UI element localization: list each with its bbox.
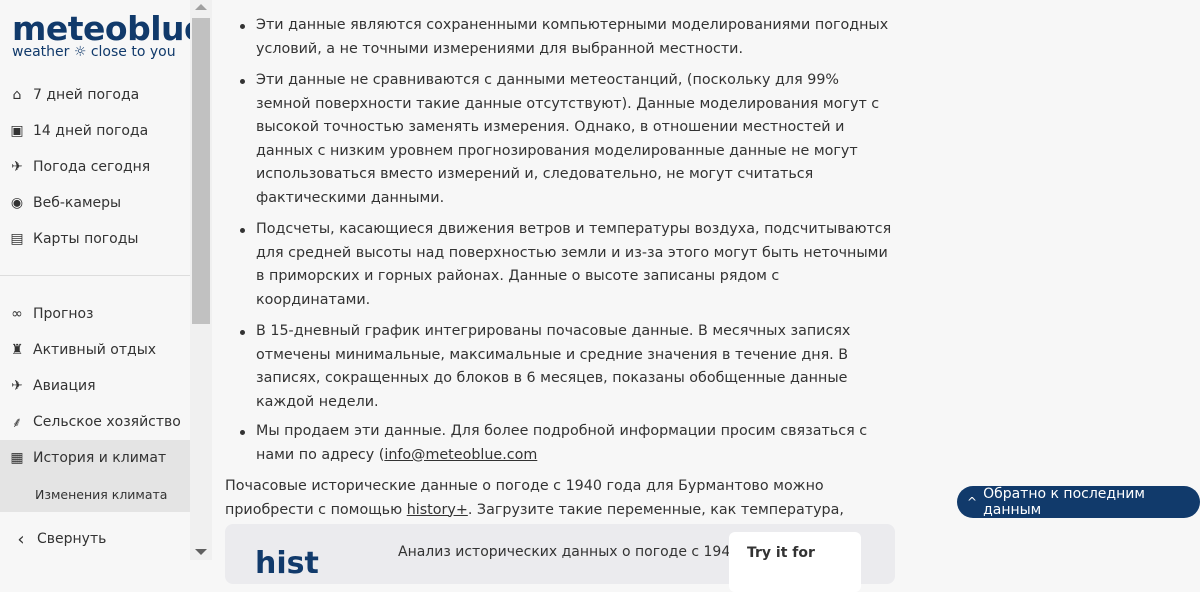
collapse-button[interactable]: ‹ Свернуть [0,521,190,557]
list-item: Эти данные являются сохраненными компьют… [225,14,895,61]
history-plus-card: hist Анализ исторических данных о погоде… [225,524,895,592]
calendar-14-icon: ▣ [10,123,24,139]
sidebar-item[interactable]: ▣ 14 дней погода [0,113,190,149]
plane-icon: ✈ [11,378,23,394]
sidebar-item-label: Прогноз [33,306,94,322]
card-text: Анализ исторических данных о погоде с 19… [398,544,740,560]
home-icon: ⌂ [12,87,22,103]
sidebar-item[interactable]: ▤ Карты погоды [0,221,190,257]
sidebar-item[interactable]: ⸙ Сельское хозяйство [0,404,190,440]
card-heading: hist [255,546,319,581]
back-label: Обратно к последним данным [983,486,1145,518]
sidebar-item-label: 14 дней погода [33,123,149,139]
sidebar-item-label: История и климат [33,450,167,466]
sidebar-item[interactable]: ∞ Прогноз [0,296,190,332]
scroll-up-arrow-icon[interactable] [195,4,207,10]
sidebar-item-label: Активный отдых [33,342,157,358]
binoculars-icon: ∞ [11,306,23,322]
history-plus-link[interactable]: history+ [407,502,468,518]
sidebar-item-label: Веб-камеры [33,195,122,211]
list-item: Эти данные не сравниваются с данными мет… [225,69,895,210]
main-content: Эти данные являются сохраненными компьют… [225,0,895,546]
webcam-icon: ◉ [10,195,24,211]
hiker-icon: ♜ [10,342,24,358]
sidebar-item-label: Авиация [33,378,96,394]
sidebar-subitem-climate-change[interactable]: Изменения климата [0,476,190,512]
disclaimer-list: Эти данные являются сохраненными компьют… [225,14,895,414]
sidebar-item-label: Сельское хозяйство [33,414,181,430]
list-item: В 15-дневный график интегрированы почасо… [225,320,895,414]
calendar-grid-icon: ▦ [10,450,24,466]
logo-wordmark: meteoblue [12,9,206,48]
list-item: Подсчеты, касающиеся движения ветров и т… [225,218,895,312]
scrollbar[interactable] [190,0,212,560]
scrollbar-thumb[interactable] [192,18,210,324]
collapse-label: Свернуть [37,531,107,547]
sidebar: meteoblue weather ☼ close to you ⌂ 7 дней… [0,0,206,560]
chevron-up-icon: ^ [967,495,978,509]
subitem-label: Изменения климата [35,486,168,502]
sidebar-divider [0,275,190,276]
email-link[interactable]: info@meteoblue.com [384,447,537,463]
sidebar-item[interactable]: ▦ История и климат [0,440,190,476]
list-item: Мы продаем эти данные. Для более подробн… [225,420,895,467]
try-label: Try it for [747,545,815,561]
sidebar-item-label: Карты погоды [33,231,139,247]
chevron-left-icon: ‹ [17,528,25,550]
sidebar-item[interactable]: ✈ Авиация [0,368,190,404]
sidebar-item-label: 7 дней погода [33,87,140,103]
bullet-text: Мы продаем эти данные. Для более подробн… [256,423,868,463]
satellite-icon: ✈ [11,159,23,175]
wheat-icon: ⸙ [11,414,23,431]
sidebar-item[interactable]: ✈ Погода сегодня [0,149,190,185]
back-to-latest-button[interactable]: ^ Обратно к последним данным [957,486,1200,518]
meteoblue-logo[interactable]: meteoblue weather ☼ close to you [12,9,206,61]
map-icon: ▤ [10,231,24,247]
try-it-button[interactable]: Try it for [729,532,861,592]
sidebar-item[interactable]: ⌂ 7 дней погода [0,77,190,113]
sidebar-item[interactable]: ♜ Активный отдых [0,332,190,368]
scroll-down-arrow-icon[interactable] [195,549,207,555]
sidebar-item-label: Погода сегодня [33,159,151,175]
sidebar-item[interactable]: ◉ Веб-камеры [0,185,190,221]
